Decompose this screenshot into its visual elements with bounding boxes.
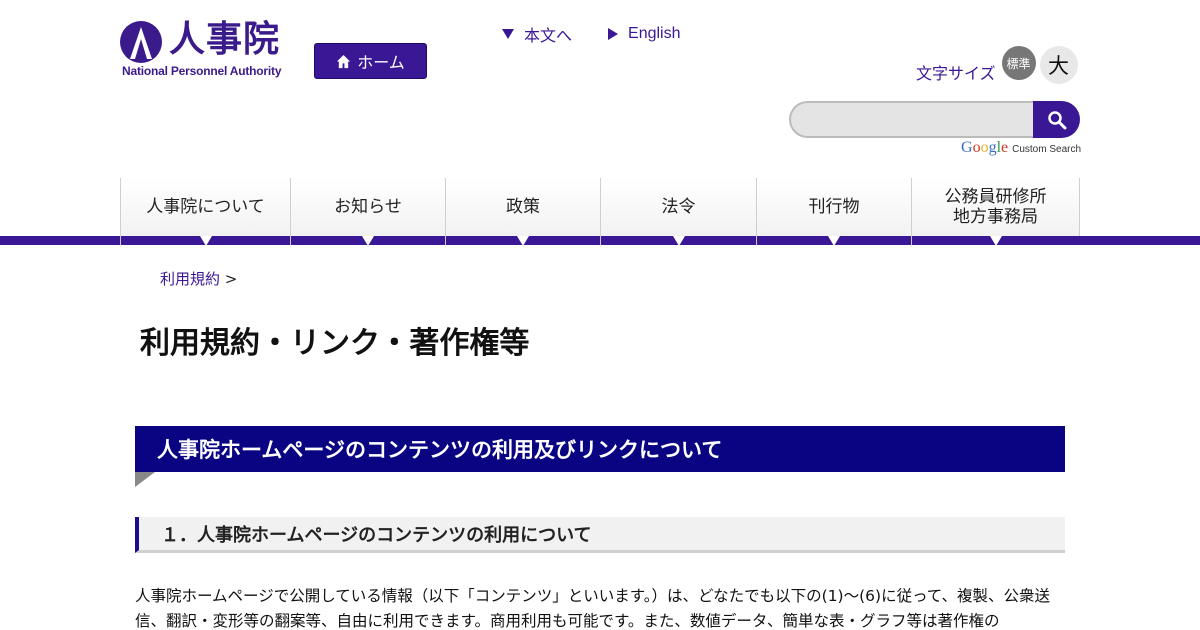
nav-item-law[interactable]: 法令 (600, 178, 756, 246)
breadcrumb-link[interactable]: 利用規約 (160, 270, 220, 288)
nav-divider (756, 236, 757, 245)
english-link[interactable]: English (608, 22, 681, 46)
google-letter: G (961, 139, 973, 156)
nav-divider (120, 236, 121, 245)
nav-item-label: 政策 (506, 197, 540, 217)
nav-notch (517, 236, 529, 246)
breadcrumb: 利用規約 > (160, 268, 237, 289)
nav-item-news[interactable]: お知らせ (290, 178, 445, 246)
logo-mark-icon (120, 21, 162, 63)
home-icon (337, 54, 351, 68)
google-letter: e (1001, 139, 1009, 156)
nav-item-policy[interactable]: 政策 (445, 178, 600, 246)
nav-divider (445, 236, 446, 245)
search-input[interactable] (789, 101, 1035, 138)
google-letter: o (972, 139, 981, 156)
nav-item-about[interactable]: 人事院について (120, 178, 290, 246)
font-size-label: 文字サイズ (916, 64, 996, 83)
nav-notch (199, 236, 212, 246)
english-link-label: English (628, 25, 681, 42)
custom-search-label: Custom Search (1012, 144, 1082, 155)
nav-item-publications[interactable]: 刊行物 (756, 178, 911, 246)
nav-notch (362, 236, 374, 246)
google-custom-search-badge: Google Custom Search (961, 139, 1081, 157)
heading-tail-decoration (135, 472, 155, 487)
nav-notch (989, 236, 1002, 246)
logo-english: National Personnel Authority (122, 64, 282, 78)
font-large-button[interactable]: 大 (1039, 46, 1078, 84)
nav-item-label: 法令 (661, 197, 696, 217)
font-standard-button[interactable]: 標準 (1001, 46, 1036, 80)
nav-divider (911, 236, 912, 245)
page-title: 利用規約・リンク・著作権等 (140, 326, 530, 361)
nav-item-label: お知らせ (334, 197, 402, 217)
triangle-right-icon (608, 28, 619, 40)
search-icon (1047, 110, 1066, 129)
body-paragraph: 人事院ホームページで公開している情報（以下「コンテンツ」といいます。）は、どなた… (135, 587, 1051, 630)
home-button[interactable]: ホーム (314, 43, 427, 79)
logo-kanji: 人事院 (169, 19, 281, 60)
nav-item-training-regional[interactable]: 公務員研修所 地方事務局 (911, 178, 1080, 246)
site-logo[interactable]: 人事院 National Personnel Authority (120, 19, 292, 80)
section-heading: 人事院ホームページのコンテンツの利用及びリンクについて (135, 426, 1065, 472)
global-nav: 人事院について お知らせ 政策 法令 刊行物 公務員研修所 地方事務局 (120, 178, 1080, 246)
nav-notch (828, 236, 840, 246)
site-search (789, 101, 1080, 138)
nav-divider (290, 236, 291, 245)
breadcrumb-separator: > (224, 270, 238, 288)
font-size-switcher: 文字サイズ 標準 大 (916, 46, 1078, 84)
triangle-down-icon (502, 29, 514, 39)
skip-link-label: 本文へ (524, 28, 573, 45)
nav-divider (600, 236, 601, 245)
google-letter: g (988, 139, 997, 156)
nav-item-label: 人事院について (146, 197, 265, 217)
top-links: 本文へ English (502, 22, 681, 46)
skip-to-content-link[interactable]: 本文へ (502, 22, 572, 46)
nav-item-label: 公務員研修所 地方事務局 (944, 187, 1047, 227)
google-letter: o (980, 139, 989, 156)
search-button[interactable] (1033, 101, 1080, 138)
home-label: ホーム (357, 53, 405, 72)
nav-item-label: 刊行物 (808, 197, 860, 217)
nav-notch (672, 236, 685, 246)
subsection-heading: １．人事院ホームページのコンテンツの利用について (135, 517, 1065, 553)
